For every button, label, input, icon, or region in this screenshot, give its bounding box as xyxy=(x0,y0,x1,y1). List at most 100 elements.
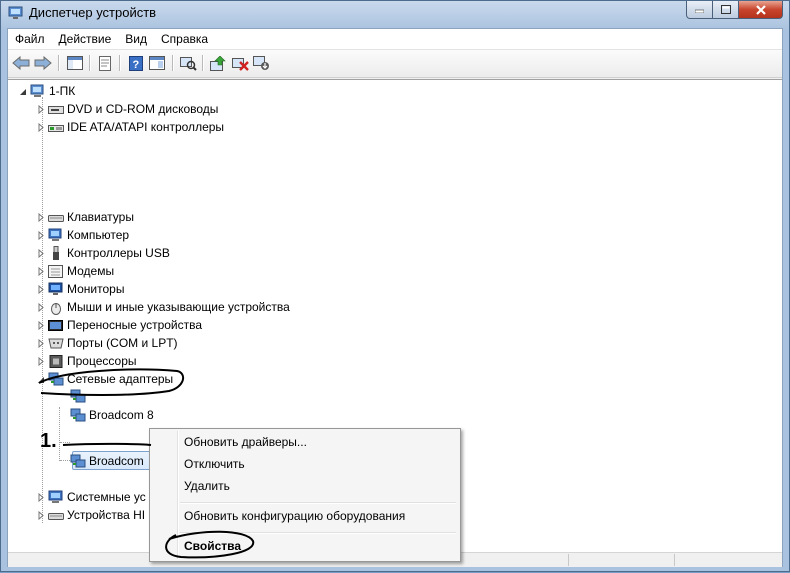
expand-arrow-icon[interactable] xyxy=(36,338,45,348)
system-device-icon xyxy=(48,490,63,503)
modem-icon xyxy=(48,264,63,278)
view-icon xyxy=(149,56,165,70)
properties-icon xyxy=(99,55,111,71)
menu-scan-hardware[interactable]: Обновить конфигурацию оборудования xyxy=(184,507,405,525)
dvd-drive-icon xyxy=(48,105,64,114)
toolbar: ? xyxy=(8,50,782,78)
properties-button[interactable] xyxy=(95,54,115,72)
tree-category-label: Компьютер xyxy=(67,228,130,242)
menu-separator xyxy=(180,532,456,534)
close-button[interactable] xyxy=(739,1,783,19)
usb-icon xyxy=(53,245,59,260)
mouse-icon xyxy=(51,302,61,315)
view-button[interactable] xyxy=(147,54,167,72)
tree-category-network[interactable]: Сетевые адаптеры xyxy=(36,370,173,388)
expand-arrow-icon[interactable] xyxy=(36,302,45,312)
expand-arrow-icon[interactable] xyxy=(36,212,45,222)
tree-category-label: Сетевые адаптеры xyxy=(67,372,174,386)
minimize-button[interactable] xyxy=(686,1,713,19)
expand-arrow-icon[interactable] xyxy=(36,266,45,276)
menu-disable[interactable]: Отключить xyxy=(184,455,245,473)
menu-bar: Файл Действие Вид Справка xyxy=(8,29,782,50)
tree-category-label: Порты (COM и LPT) xyxy=(67,336,178,350)
help-button[interactable]: ? xyxy=(126,54,146,72)
menu-file[interactable]: Файл xyxy=(8,29,52,49)
tree-category-label: IDE ATA/ATAPI контроллеры xyxy=(67,120,225,134)
tree-guide-h1 xyxy=(60,442,70,443)
menu-uninstall[interactable]: Удалить xyxy=(184,477,230,495)
expand-arrow-icon[interactable] xyxy=(36,122,45,132)
tree-device-network-2[interactable]: Broadcom xyxy=(70,452,144,470)
menu-properties[interactable]: Свойства xyxy=(184,537,241,555)
tree-category-label: DVD и CD-ROM дисководы xyxy=(67,102,219,116)
minimize-icon xyxy=(695,9,704,13)
expand-arrow-icon[interactable] xyxy=(36,104,45,114)
expand-arrow-icon[interactable] xyxy=(36,248,45,258)
collapse-arrow-icon[interactable] xyxy=(18,87,27,96)
keyboard-icon xyxy=(48,214,64,222)
tree-category-ide[interactable]: IDE ATA/ATAPI контроллеры xyxy=(36,118,224,136)
expand-arrow-icon[interactable] xyxy=(36,284,45,294)
menu-separator xyxy=(180,502,456,504)
tree-category-system[interactable]: Системные ус xyxy=(36,488,146,506)
tree-category-label: Клавиатуры xyxy=(67,210,134,224)
update-driver-icon xyxy=(210,55,226,71)
computer-icon xyxy=(30,84,44,97)
expand-arrow-icon[interactable] xyxy=(36,492,45,502)
maximize-button[interactable] xyxy=(713,1,739,19)
tree-category-usb[interactable]: Контроллеры USB xyxy=(36,244,170,262)
help-icon: ? xyxy=(129,55,143,71)
expand-arrow-icon[interactable] xyxy=(36,230,45,240)
expand-arrow-icon[interactable] xyxy=(36,510,45,520)
uninstall-button[interactable] xyxy=(230,54,250,72)
hid-icon xyxy=(48,512,64,520)
tree-device-network-0[interactable] xyxy=(70,387,89,405)
tree-category-keyboards[interactable]: Клавиатуры xyxy=(36,208,134,226)
tree-category-computer[interactable]: Компьютер xyxy=(36,226,129,244)
disable-icon xyxy=(252,55,269,70)
tree-guide-h2 xyxy=(60,460,70,461)
close-icon xyxy=(755,4,766,15)
computer-icon xyxy=(48,228,62,241)
context-menu: Обновить драйверы... Отключить Удалить О… xyxy=(149,428,461,562)
expand-arrow-icon[interactable] xyxy=(36,356,45,366)
monitor-icon xyxy=(48,282,63,295)
tree-category-monitors[interactable]: Мониторы xyxy=(36,280,124,298)
portable-device-icon xyxy=(48,319,63,331)
forward-icon xyxy=(34,56,52,70)
scan-hardware-icon xyxy=(179,56,197,71)
tree-root[interactable]: 1-ПК xyxy=(18,82,75,100)
menu-view[interactable]: Вид xyxy=(118,29,154,49)
tree-category-portable[interactable]: Переносные устройства xyxy=(36,316,202,334)
tree-category-modems[interactable]: Модемы xyxy=(36,262,114,280)
maximize-icon xyxy=(720,5,731,14)
show-hide-tree-button[interactable] xyxy=(65,54,85,72)
tree-device-network-1[interactable]: Broadcom 8 xyxy=(70,406,154,424)
tree-category-ports[interactable]: Порты (COM и LPT) xyxy=(36,334,178,352)
tree-category-label: Процессоры xyxy=(67,354,137,368)
tree-category-label: Переносные устройства xyxy=(67,318,203,332)
update-driver-button[interactable] xyxy=(208,54,228,72)
menu-action[interactable]: Действие xyxy=(52,29,119,49)
svg-text:?: ? xyxy=(133,59,140,71)
tree-category-label: Модемы xyxy=(67,264,115,278)
expand-arrow-icon[interactable] xyxy=(36,320,45,330)
network-adapter-icon xyxy=(48,372,64,385)
tree-category-processors[interactable]: Процессоры xyxy=(36,352,137,370)
network-adapter-icon xyxy=(70,454,86,467)
menu-help[interactable]: Справка xyxy=(154,29,215,49)
collapse-arrow-icon[interactable] xyxy=(36,375,45,384)
tree-category-dvd[interactable]: DVD и CD-ROM дисководы xyxy=(36,100,218,118)
title-bar[interactable]: Диспетчер устройств xyxy=(1,1,789,27)
tree-guide-network xyxy=(59,407,60,461)
tree-category-hid[interactable]: Устройства HI xyxy=(36,506,145,524)
menu-update-drivers[interactable]: Обновить драйверы... xyxy=(184,433,307,451)
back-icon xyxy=(12,56,30,70)
show-hide-tree-icon xyxy=(67,56,83,70)
forward-button[interactable] xyxy=(33,54,53,72)
disable-button[interactable] xyxy=(251,54,271,72)
back-button[interactable] xyxy=(11,54,31,72)
device-manager-icon xyxy=(8,6,23,19)
scan-hardware-button[interactable] xyxy=(178,54,198,72)
tree-category-mice[interactable]: Мыши и иные указывающие устройства xyxy=(36,298,290,316)
